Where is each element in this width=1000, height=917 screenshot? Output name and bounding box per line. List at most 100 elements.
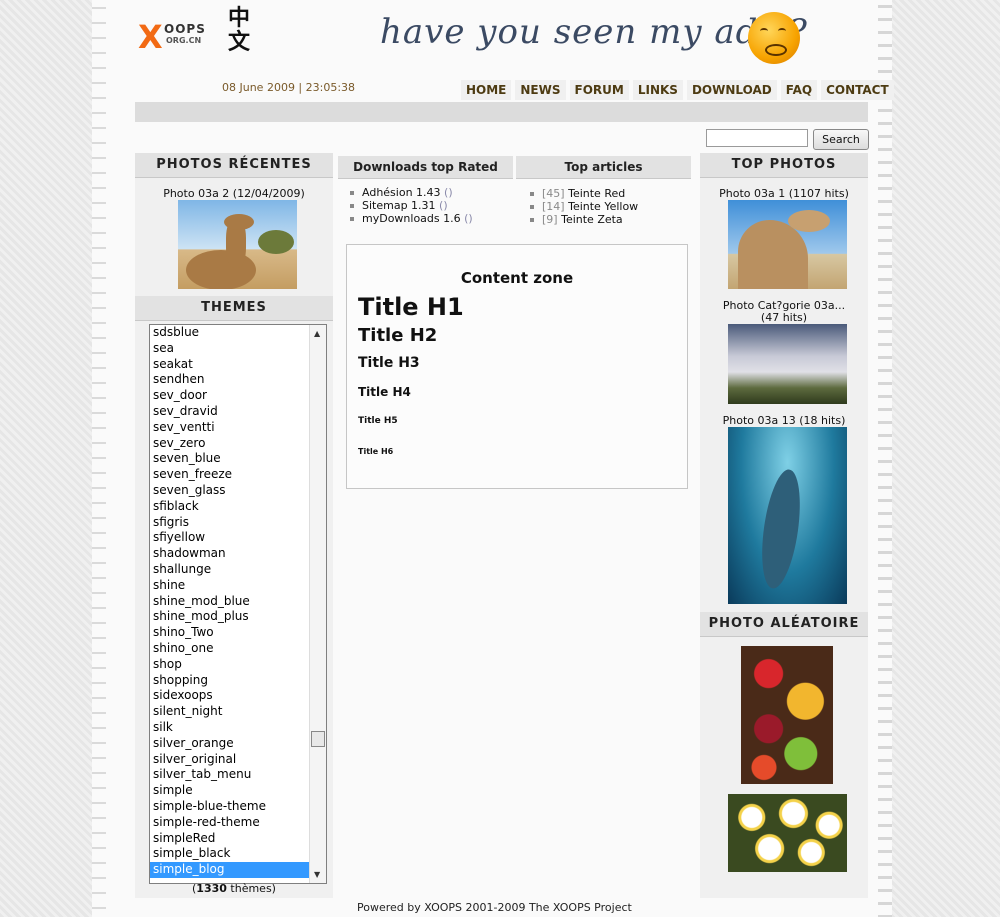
theme-count-number: 1330 (196, 882, 227, 895)
theme-option[interactable]: simple_black (150, 846, 326, 862)
theme-option[interactable]: shop (150, 657, 326, 673)
nav-news[interactable]: NEWS (515, 80, 566, 100)
recent-photo-caption[interactable]: Photo 03a 2 (12/04/2009) (135, 187, 333, 200)
download-name[interactable]: Sitemap 1.31 (362, 199, 436, 212)
bullet-icon (350, 217, 354, 221)
banner-ad-text[interactable]: have you seen my ads ? (380, 12, 808, 52)
nav-home[interactable]: HOME (461, 80, 512, 100)
theme-option[interactable]: silk (150, 720, 326, 736)
theme-option[interactable]: silver_tab_menu (150, 767, 326, 783)
download-name[interactable]: myDownloads 1.6 (362, 212, 461, 225)
article-count: [9] (542, 213, 558, 226)
header-band (135, 102, 868, 122)
theme-option[interactable]: seven_freeze (150, 467, 326, 483)
article-name[interactable]: Teinte Zeta (561, 213, 623, 226)
logo-org: ORG.CN (166, 36, 202, 45)
theme-option[interactable]: sdsblue (150, 325, 326, 341)
recent-photo-camel[interactable] (178, 200, 297, 289)
theme-option[interactable]: sfiyellow (150, 530, 326, 546)
top-photo-caption[interactable]: Photo 03a 1 (1107 hits) (700, 187, 868, 200)
top-photo-camel[interactable] (728, 200, 847, 289)
theme-option[interactable]: seakat (150, 357, 326, 373)
scroll-down-icon[interactable]: ▼ (314, 870, 320, 879)
search-input[interactable] (706, 129, 808, 147)
content-zone: Content zone Title H1 Title H2 Title H3 … (346, 244, 688, 489)
themes-list: sdsblue sea seakat sendhen sev_door sev_dravi… (150, 325, 326, 878)
theme-option[interactable]: sidexoops (150, 688, 326, 704)
theme-option[interactable]: simple-red-theme (150, 815, 326, 831)
theme-option[interactable]: shine_mod_plus (150, 609, 326, 625)
articles-list: [45] Teinte Red [14] Teinte Yellow [9] T… (530, 187, 638, 226)
download-item[interactable]: Adhésion 1.43 () (350, 186, 473, 199)
theme-option[interactable]: simple-blue-theme (150, 799, 326, 815)
article-item[interactable]: [14] Teinte Yellow (530, 200, 638, 213)
heading-h5: Title H5 (358, 416, 398, 426)
theme-option[interactable]: simple_blog (150, 862, 326, 878)
theme-option[interactable]: shallunge (150, 562, 326, 578)
theme-option[interactable]: sev_ventti (150, 420, 326, 436)
article-name[interactable]: Teinte Red (568, 187, 625, 200)
theme-option[interactable]: sev_zero (150, 436, 326, 452)
theme-option[interactable]: sev_dravid (150, 404, 326, 420)
smiley-eye-icon (760, 28, 768, 34)
theme-option[interactable]: shine (150, 578, 326, 594)
nav-faq[interactable]: FAQ (780, 80, 818, 100)
theme-option[interactable]: sea (150, 341, 326, 357)
download-rating: () (439, 199, 448, 212)
random-photo-fruits[interactable] (741, 646, 833, 784)
theme-option[interactable]: shopping (150, 673, 326, 689)
top-photo-caption[interactable]: Photo 03a 13 (18 hits) (700, 414, 868, 427)
theme-option[interactable]: seven_blue (150, 451, 326, 467)
nav-download[interactable]: DOWNLOAD (686, 80, 777, 100)
theme-option[interactable]: shino_one (150, 641, 326, 657)
downloads-header: Downloads top Rated (338, 156, 513, 179)
theme-option[interactable]: shino_Two (150, 625, 326, 641)
random-photo-flowers[interactable] (728, 794, 847, 872)
bullet-icon (530, 218, 534, 222)
article-name[interactable]: Teinte Yellow (568, 200, 638, 213)
download-name[interactable]: Adhésion 1.43 (362, 186, 441, 199)
article-item[interactable]: [45] Teinte Red (530, 187, 638, 200)
theme-count: (1330 thèmes) (135, 882, 333, 895)
theme-option[interactable]: sev_door (150, 388, 326, 404)
themes-scrollbar[interactable]: ▲ ▼ (309, 325, 326, 883)
theme-option[interactable]: shine_mod_blue (150, 594, 326, 610)
top-photo-birds[interactable] (728, 324, 847, 404)
theme-option[interactable]: shadowman (150, 546, 326, 562)
article-count: [45] (542, 187, 565, 200)
content-title: Content zone (460, 269, 574, 287)
bullet-icon (350, 204, 354, 208)
theme-option[interactable]: silver_original (150, 752, 326, 768)
top-photo-dolphin[interactable] (728, 427, 847, 604)
smiley-mouth-icon (765, 44, 787, 56)
datetime: 08 June 2009 | 23:05:38 (222, 81, 356, 94)
nav-links[interactable]: LINKS (632, 80, 683, 100)
torn-edge-right (878, 0, 892, 917)
smiley-eye-icon (778, 28, 786, 34)
theme-option[interactable]: sfiblack (150, 499, 326, 515)
search-button[interactable]: Search (813, 129, 869, 150)
theme-option[interactable]: silver_orange (150, 736, 326, 752)
top-photo-caption[interactable]: Photo Cat?gorie 03a... (47 hits) (700, 300, 868, 324)
bullet-icon (530, 192, 534, 196)
logo-chinese: 中文 (228, 5, 251, 55)
scroll-thumb[interactable] (311, 731, 325, 747)
theme-option[interactable]: simple (150, 783, 326, 799)
nav-contact[interactable]: CONTACT (821, 80, 894, 100)
download-item[interactable]: Sitemap 1.31 () (350, 199, 473, 212)
logo-x: X (138, 18, 163, 56)
logo-oops: OOPS (164, 22, 206, 36)
download-item[interactable]: myDownloads 1.6 () (350, 212, 473, 225)
site-logo[interactable]: X OOPS ORG.CN 中文 (138, 5, 256, 64)
theme-option[interactable]: sendhen (150, 372, 326, 388)
scroll-up-icon[interactable]: ▲ (314, 329, 320, 338)
theme-option[interactable]: seven_glass (150, 483, 326, 499)
article-item[interactable]: [9] Teinte Zeta (530, 213, 638, 226)
theme-option[interactable]: silent_night (150, 704, 326, 720)
theme-option[interactable]: sfigris (150, 515, 326, 531)
main-nav: HOME NEWS FORUM LINKS DOWNLOAD FAQ CONTA… (461, 80, 894, 100)
footer-text: Powered by XOOPS 2001-2009 The XOOPS Pro… (357, 901, 632, 914)
nav-forum[interactable]: FORUM (569, 80, 629, 100)
themes-listbox[interactable]: sdsblue sea seakat sendhen sev_door sev_dravi… (149, 324, 327, 884)
theme-option[interactable]: simpleRed (150, 831, 326, 847)
